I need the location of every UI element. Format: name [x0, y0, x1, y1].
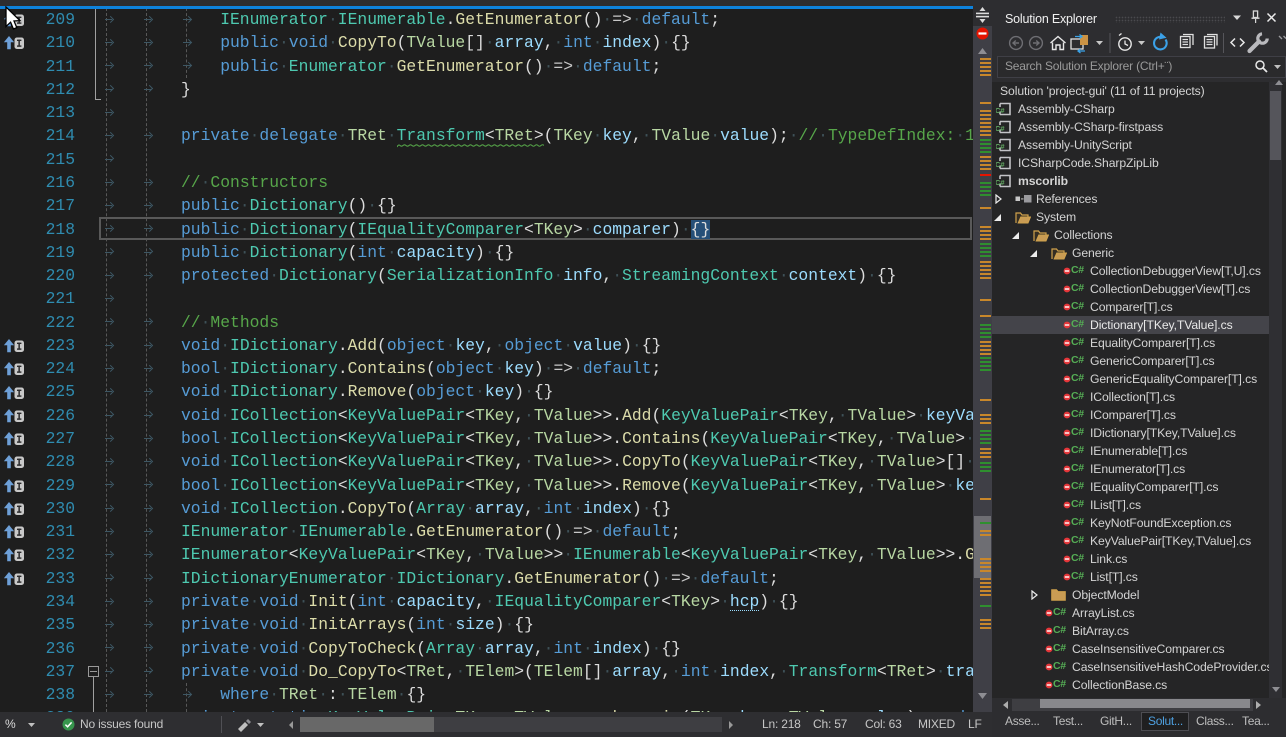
svg-text:C#: C#: [996, 106, 1005, 115]
svg-text:C#: C#: [996, 142, 1005, 151]
svg-text:C#: C#: [996, 160, 1005, 169]
svg-text:C#: C#: [996, 124, 1005, 133]
svg-text:C#: C#: [996, 178, 1005, 187]
